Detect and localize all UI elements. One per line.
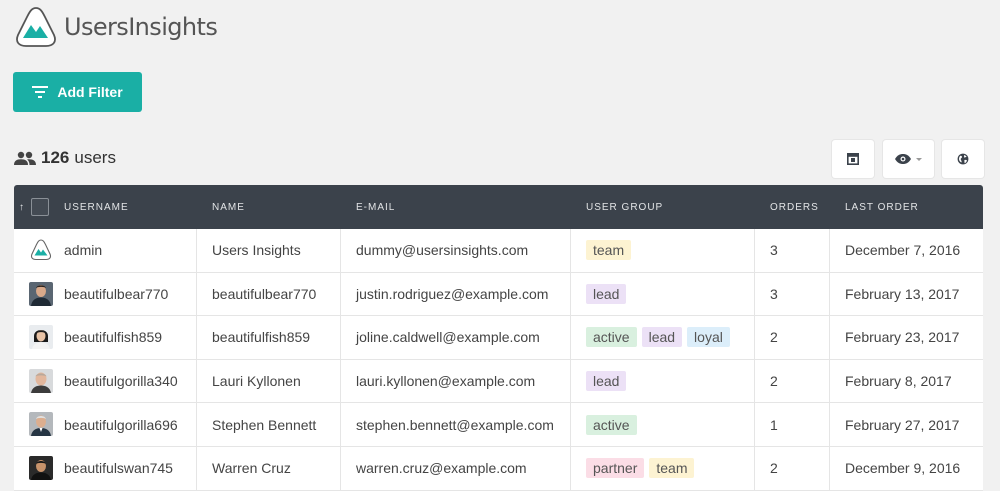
logo-icon xyxy=(16,7,56,47)
add-filter-button[interactable]: Add Filter xyxy=(13,72,142,112)
users-count-number: 126 xyxy=(41,148,70,167)
cell-name: Lauri Kyllonen xyxy=(212,373,301,390)
users-table: ↑ USERNAME NAME E-MAIL USER GROUP ORDERS… xyxy=(14,185,983,491)
cell-orders: 3 xyxy=(770,242,778,259)
layout-button[interactable] xyxy=(832,140,874,178)
cell-username[interactable]: beautifulgorilla340 xyxy=(64,360,178,403)
cell-email: joline.caldwell@example.com xyxy=(356,329,540,346)
filter-icon xyxy=(32,86,49,98)
globe-icon xyxy=(957,153,969,165)
cell-last-order: December 9, 2016 xyxy=(845,460,961,477)
group-tag-team: team xyxy=(586,240,632,261)
table-body: admin Users Insights dummy@usersinsights… xyxy=(14,229,983,491)
cell-orders: 2 xyxy=(770,329,778,346)
column-header-last-order[interactable]: LAST ORDER xyxy=(845,185,919,229)
column-header-name[interactable]: NAME xyxy=(212,185,245,229)
visibility-dropdown-button[interactable] xyxy=(883,140,934,178)
group-tag-loyal: loyal xyxy=(687,327,730,348)
table-row[interactable]: admin Users Insights dummy@usersinsights… xyxy=(14,229,983,273)
user-avatar xyxy=(29,368,53,393)
column-header-orders[interactable]: ORDERS xyxy=(770,185,819,229)
users-count-unit: users xyxy=(74,148,116,167)
group-tag-lead: lead xyxy=(641,327,683,348)
add-filter-label: Add Filter xyxy=(57,84,123,100)
cell-last-order: February 8, 2017 xyxy=(845,373,952,390)
group-tag-team: team xyxy=(649,458,695,479)
table-header: ↑ USERNAME NAME E-MAIL USER GROUP ORDERS… xyxy=(14,185,983,229)
cell-user-group: partner team xyxy=(586,447,699,490)
cell-name: beautifulbear770 xyxy=(212,285,317,302)
user-avatar xyxy=(29,412,53,437)
table-row[interactable]: beautifulgorilla696 Stephen Bennett step… xyxy=(14,403,983,447)
cell-username[interactable]: beautifulswan745 xyxy=(64,447,173,490)
cell-user-group: lead xyxy=(586,273,631,316)
app-name: UsersInsights xyxy=(64,13,218,41)
cell-email: lauri.kyllonen@example.com xyxy=(356,373,536,390)
cell-orders: 3 xyxy=(770,285,778,302)
cell-orders: 2 xyxy=(770,373,778,390)
group-tag-active: active xyxy=(586,327,637,348)
users-count: 126 users xyxy=(14,148,116,168)
table-row[interactable]: beautifulgorilla340 Lauri Kyllonen lauri… xyxy=(14,359,983,404)
cell-last-order: December 7, 2016 xyxy=(845,242,961,259)
app-logo[interactable]: UsersInsights xyxy=(14,5,218,49)
cell-email: justin.rodriguez@example.com xyxy=(356,285,549,302)
users-icon xyxy=(14,151,36,165)
group-tag-lead: lead xyxy=(586,371,627,392)
cell-email: warren.cruz@example.com xyxy=(356,460,527,477)
user-avatar xyxy=(29,281,53,306)
cell-username[interactable]: beautifulfish859 xyxy=(64,316,162,359)
cell-username[interactable]: beautifulgorilla696 xyxy=(64,403,178,446)
cell-name: Users Insights xyxy=(212,242,301,259)
user-avatar xyxy=(29,455,53,480)
table-row[interactable]: beautifulbear770 beautifulbear770 justin… xyxy=(14,272,983,317)
cell-last-order: February 23, 2017 xyxy=(845,329,960,346)
cell-name: Stephen Bennett xyxy=(212,416,317,433)
cell-orders: 2 xyxy=(770,460,778,477)
cell-user-group: active lead loyal xyxy=(586,316,735,359)
cell-orders: 1 xyxy=(770,416,778,433)
sort-indicator[interactable]: ↑ xyxy=(19,185,25,229)
user-avatar xyxy=(29,325,53,350)
layout-icon xyxy=(847,153,859,165)
table-row[interactable]: beautifulfish859 beautifulfish859 joline… xyxy=(14,316,983,360)
cell-user-group: active xyxy=(586,403,642,446)
group-tag-active: active xyxy=(586,414,637,435)
caret-down-icon xyxy=(915,157,922,161)
map-button[interactable] xyxy=(942,140,984,178)
cell-last-order: February 13, 2017 xyxy=(845,285,960,302)
group-tag-lead: lead xyxy=(586,283,627,304)
cell-username[interactable]: beautifulbear770 xyxy=(64,273,168,316)
select-all-cell xyxy=(31,185,49,229)
cell-name: Warren Cruz xyxy=(212,460,291,477)
group-tag-partner: partner xyxy=(586,458,645,479)
cell-username[interactable]: admin xyxy=(64,229,102,272)
eye-icon xyxy=(894,154,911,164)
cell-user-group: team xyxy=(586,229,636,272)
column-header-username[interactable]: USERNAME xyxy=(64,185,129,229)
cell-user-group: lead xyxy=(586,360,631,403)
table-row[interactable]: beautifulswan745 Warren Cruz warren.cruz… xyxy=(14,446,983,491)
select-all-checkbox[interactable] xyxy=(31,198,49,216)
cell-email: stephen.bennett@example.com xyxy=(356,416,554,433)
cell-email: dummy@usersinsights.com xyxy=(356,242,529,259)
column-header-user-group[interactable]: USER GROUP xyxy=(586,185,663,229)
column-header-email[interactable]: E-MAIL xyxy=(356,185,395,229)
cell-last-order: February 27, 2017 xyxy=(845,416,960,433)
admin-logo-avatar xyxy=(29,238,53,262)
cell-name: beautifulfish859 xyxy=(212,329,311,346)
